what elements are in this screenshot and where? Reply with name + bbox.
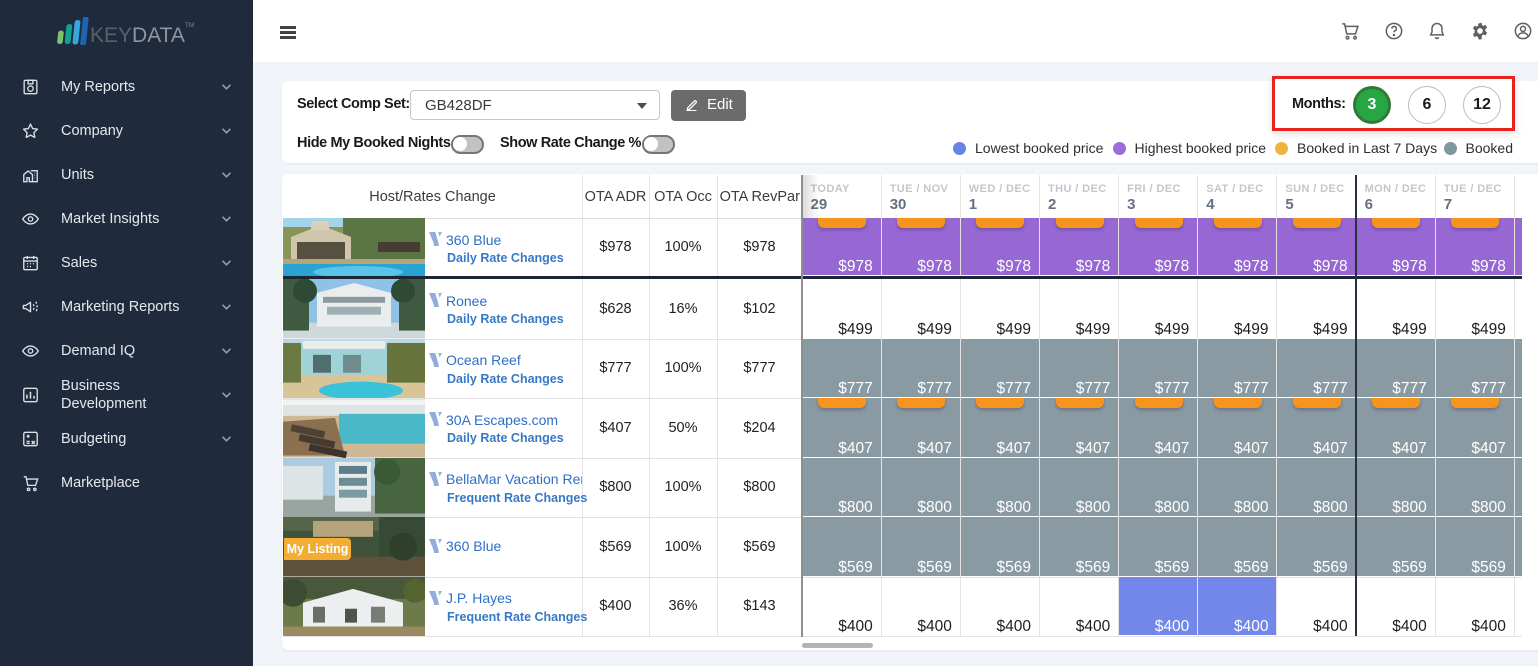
svg-text:KEYDATA: KEYDATA (90, 24, 185, 47)
svg-text:TM: TM (185, 22, 194, 29)
